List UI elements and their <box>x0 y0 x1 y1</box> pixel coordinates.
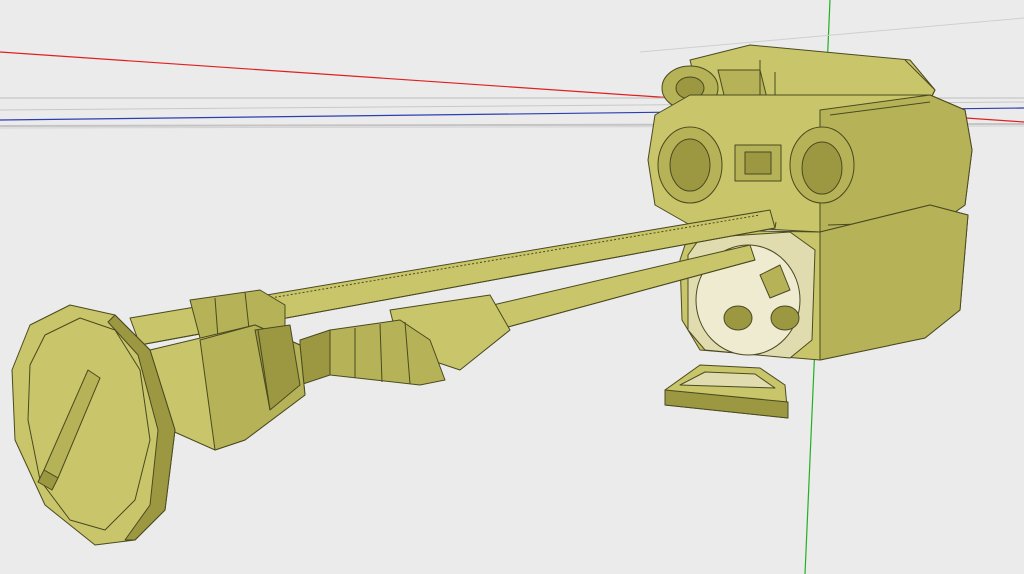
model-mesh[interactable] <box>11 44 973 546</box>
3d-viewport[interactable] <box>0 0 1024 574</box>
foot-pad[interactable] <box>664 364 789 419</box>
guide-line <box>639 17 1024 53</box>
scene-canvas[interactable] <box>0 0 1024 574</box>
